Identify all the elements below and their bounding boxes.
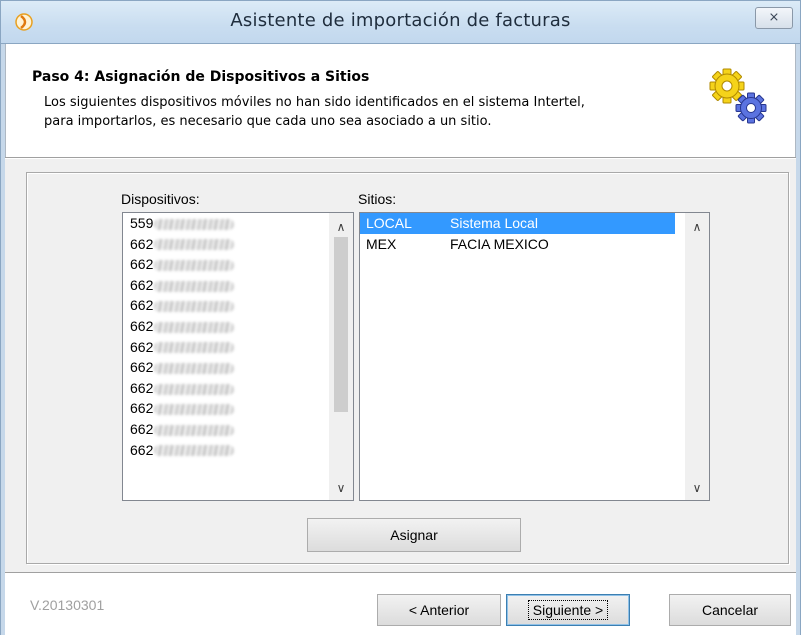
scroll-up-icon[interactable]: ∧ — [685, 217, 709, 237]
device-number: 662 — [130, 235, 154, 252]
site-list-item[interactable]: LOCAL Sistema Local — [360, 213, 675, 234]
devices-list: 559 662 662 662 662 662 662 662 662 662 662 662 — [123, 213, 353, 460]
site-code: LOCAL — [366, 215, 412, 231]
next-button-label: Siguiente > — [527, 600, 609, 620]
redacted-digits — [154, 259, 235, 271]
device-number: 662 — [130, 379, 154, 396]
redacted-digits — [154, 383, 235, 395]
sites-scrollbar[interactable]: ∧ ∨ — [685, 213, 709, 500]
step-description-line-2: para importarlos, es necesario que cada … — [44, 114, 492, 129]
redacted-digits — [154, 301, 235, 313]
site-code: MEX — [366, 235, 397, 252]
gears-icon — [709, 68, 767, 124]
sites-listbox[interactable]: LOCAL Sistema Local MEX FACIA MEXICO ∧ ∨ — [359, 212, 710, 501]
device-number: 662 — [130, 297, 154, 314]
device-number: 662 — [130, 256, 154, 273]
site-list-item[interactable]: MEX FACIA MEXICO — [360, 234, 675, 255]
redacted-digits — [154, 280, 235, 292]
device-list-item[interactable]: 662 — [123, 337, 353, 358]
device-list-item[interactable]: 662 — [123, 378, 353, 399]
device-number: 662 — [130, 276, 154, 293]
version-label: V.20130301 — [30, 597, 105, 613]
wizard-header: Paso 4: Asignación de Dispositivos a Sit… — [5, 44, 796, 157]
device-number: 559 — [130, 215, 154, 231]
device-list-item[interactable]: 662 — [123, 398, 353, 419]
redacted-digits — [154, 404, 235, 416]
device-list-item[interactable]: 662 — [123, 440, 353, 461]
device-list-item[interactable]: 662 — [123, 316, 353, 337]
device-list-item[interactable]: 662 — [123, 419, 353, 440]
close-button[interactable]: ⨯ — [755, 7, 793, 29]
device-number: 662 — [130, 338, 154, 355]
site-name: Sistema Local — [450, 215, 538, 231]
close-icon: ⨯ — [768, 10, 780, 25]
cancel-button[interactable]: Cancelar — [669, 594, 791, 626]
device-number: 662 — [130, 359, 154, 376]
device-list-item[interactable]: 662 — [123, 295, 353, 316]
redacted-digits — [154, 342, 235, 354]
step-description-line-1: Los siguientes dispositivos móviles no h… — [44, 95, 585, 110]
previous-button[interactable]: < Anterior — [377, 594, 501, 626]
device-list-item[interactable]: 662 — [123, 254, 353, 275]
devices-listbox[interactable]: 559 662 662 662 662 662 662 662 662 662 662 662 ∧ ∨ — [122, 212, 354, 501]
device-list-item[interactable]: 662 — [123, 275, 353, 296]
sites-label: Sitios: — [358, 191, 397, 207]
step-title: Paso 4: Asignación de Dispositivos a Sit… — [32, 69, 370, 85]
redacted-digits — [154, 218, 235, 230]
device-number: 662 — [130, 317, 154, 334]
scroll-thumb[interactable] — [334, 237, 348, 412]
device-list-item[interactable]: 662 — [123, 234, 353, 255]
redacted-digits — [154, 362, 235, 374]
scroll-down-icon[interactable]: ∨ — [329, 478, 353, 498]
redacted-digits — [154, 321, 235, 333]
site-name: FACIA MEXICO — [450, 235, 549, 252]
device-number: 662 — [130, 441, 154, 458]
scroll-up-icon[interactable]: ∧ — [329, 217, 353, 237]
device-list-item[interactable]: 559 — [123, 213, 353, 234]
devices-scrollbar[interactable]: ∧ ∨ — [329, 213, 353, 500]
scroll-down-icon[interactable]: ∨ — [685, 478, 709, 498]
redacted-digits — [154, 239, 235, 251]
device-list-item[interactable]: 662 — [123, 357, 353, 378]
assign-button[interactable]: Asignar — [307, 518, 521, 552]
title-bar: Asistente de importación de facturas ⨯ — [0, 0, 801, 44]
step-description: Los siguientes dispositivos móviles no h… — [44, 93, 704, 131]
devices-label: Dispositivos: — [121, 191, 200, 207]
device-number: 662 — [130, 420, 154, 437]
window-right-border — [796, 44, 801, 635]
device-number: 662 — [130, 400, 154, 417]
window-title: Asistente de importación de facturas — [230, 10, 571, 31]
redacted-digits — [154, 424, 235, 436]
redacted-digits — [154, 445, 235, 457]
next-button[interactable]: Siguiente > — [506, 594, 630, 626]
sites-list: LOCAL Sistema Local MEX FACIA MEXICO — [360, 213, 709, 254]
